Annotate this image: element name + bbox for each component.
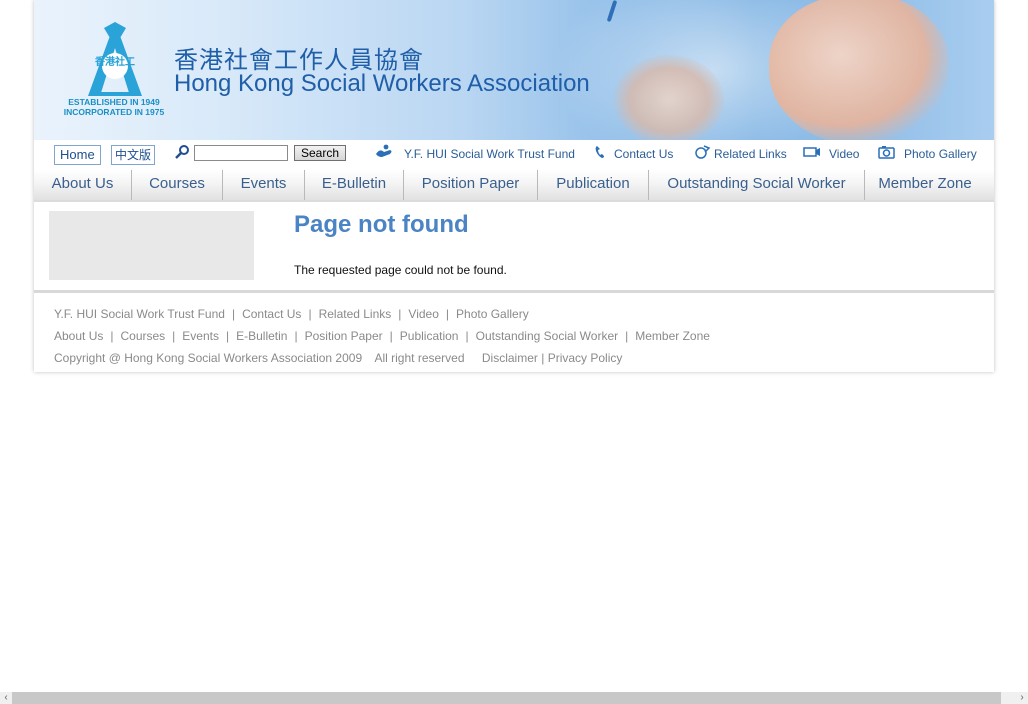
footer-separator: |	[465, 329, 469, 343]
camera-icon	[878, 146, 895, 159]
nav-position-paper[interactable]: Position Paper	[404, 170, 538, 200]
footer-link-publication[interactable]: Publication	[400, 329, 459, 343]
footer-separator: |	[110, 329, 114, 343]
related-links-link[interactable]: Related Links	[714, 147, 787, 161]
photo-gallery-link[interactable]: Photo Gallery	[904, 147, 977, 161]
horizontal-scrollbar[interactable]: ‹ ›	[0, 692, 1028, 704]
footer-separator: |	[541, 351, 545, 365]
scroll-left-arrow-icon[interactable]: ‹	[0, 692, 12, 704]
footer-link-courses[interactable]: Courses	[120, 329, 165, 343]
footer-link-video[interactable]: Video	[408, 307, 438, 321]
footer-link-trust-fund[interactable]: Y.F. HUI Social Work Trust Fund	[54, 307, 225, 321]
scroll-right-arrow-icon[interactable]: ›	[1016, 692, 1028, 704]
nav-e-bulletin[interactable]: E-Bulletin	[305, 170, 404, 200]
footer-link-contact-us[interactable]: Contact Us	[242, 307, 301, 321]
search-input[interactable]	[194, 145, 288, 161]
footer-separator: |	[231, 307, 236, 321]
nav-courses[interactable]: Courses	[132, 170, 223, 200]
footer-link-events[interactable]: Events	[182, 329, 219, 343]
hand-icon	[376, 144, 392, 157]
logo-caption: ESTABLISHED IN 1949 INCORPORATED IN 1975	[54, 97, 174, 117]
footer-separator: |	[398, 307, 402, 321]
incorporated-text: INCORPORATED IN 1975	[63, 107, 165, 117]
copyright-text: Copyright @ Hong Kong Social Workers Ass…	[54, 351, 363, 365]
link-icon	[695, 145, 711, 159]
home-button[interactable]: Home	[54, 145, 101, 165]
footer-row-sections: About Us | Courses | Events | E-Bulletin | Posit…	[54, 329, 710, 343]
footer-link-position-paper[interactable]: Position Paper	[305, 329, 383, 343]
main-nav: About Us Courses Events E-Bulletin Posit…	[34, 170, 994, 202]
established-text: ESTABLISHED IN 1949	[68, 97, 160, 107]
banner-photo-baby	[614, 55, 724, 140]
phone-icon	[595, 146, 604, 158]
video-link[interactable]: Video	[829, 147, 859, 161]
footer-link-photo-gallery[interactable]: Photo Gallery	[456, 307, 529, 321]
privacy-policy-link[interactable]: Privacy Policy	[548, 351, 623, 365]
footer-row-services: Y.F. HUI Social Work Trust Fund | Contact …	[54, 307, 529, 321]
footer-link-related-links[interactable]: Related Links	[319, 307, 392, 321]
banner-photo-hand	[769, 0, 949, 140]
page-title: Page not found	[294, 211, 469, 238]
footer-separator: |	[445, 307, 450, 321]
footer-link-outstanding-social-worker[interactable]: Outstanding Social Worker	[476, 329, 619, 343]
not-found-message: The requested page could not be found.	[294, 263, 507, 277]
contact-us-link[interactable]: Contact Us	[614, 147, 673, 161]
sidebar-placeholder	[49, 211, 254, 280]
video-icon	[803, 147, 820, 157]
footer-separator: |	[389, 329, 393, 343]
nav-member-zone[interactable]: Member Zone	[865, 170, 985, 200]
rights-text: All right reserved	[374, 351, 465, 365]
footer-separator: |	[294, 329, 298, 343]
footer-link-about-us[interactable]: About Us	[54, 329, 103, 343]
top-toolbar: Home 中文版 Search Y.F. HUI Social Work Tru…	[34, 140, 994, 170]
footer-link-e-bulletin[interactable]: E-Bulletin	[236, 329, 287, 343]
footer-link-member-zone[interactable]: Member Zone	[635, 329, 710, 343]
svg-text:香港社工: 香港社工	[95, 55, 135, 68]
scrollbar-thumb[interactable]	[12, 692, 1001, 704]
footer-separator: |	[308, 307, 312, 321]
header-banner: 香港社工 ESTABLISHED IN 1949 INCORPORATED IN…	[34, 0, 994, 140]
footer-separator: |	[625, 329, 629, 343]
nav-outstanding-social-worker[interactable]: Outstanding Social Worker	[649, 170, 865, 200]
footer-separator: |	[172, 329, 176, 343]
footer-divider	[34, 290, 994, 293]
page-container: 香港社工 ESTABLISHED IN 1949 INCORPORATED IN…	[34, 0, 994, 372]
search-icon	[175, 145, 189, 159]
search-button[interactable]: Search	[294, 145, 347, 161]
chinese-version-button[interactable]: 中文版	[111, 145, 156, 165]
disclaimer-link[interactable]: Disclaimer	[468, 351, 538, 365]
footer-separator: |	[225, 329, 230, 343]
site-title-english: Hong Kong Social Workers Association	[174, 70, 590, 97]
nav-events[interactable]: Events	[223, 170, 305, 200]
footer-row-copyright: Copyright @ Hong Kong Social Workers Ass…	[54, 351, 622, 365]
nav-publication[interactable]: Publication	[538, 170, 649, 200]
trust-fund-link[interactable]: Y.F. HUI Social Work Trust Fund	[404, 147, 575, 161]
nav-about-us[interactable]: About Us	[34, 170, 132, 200]
